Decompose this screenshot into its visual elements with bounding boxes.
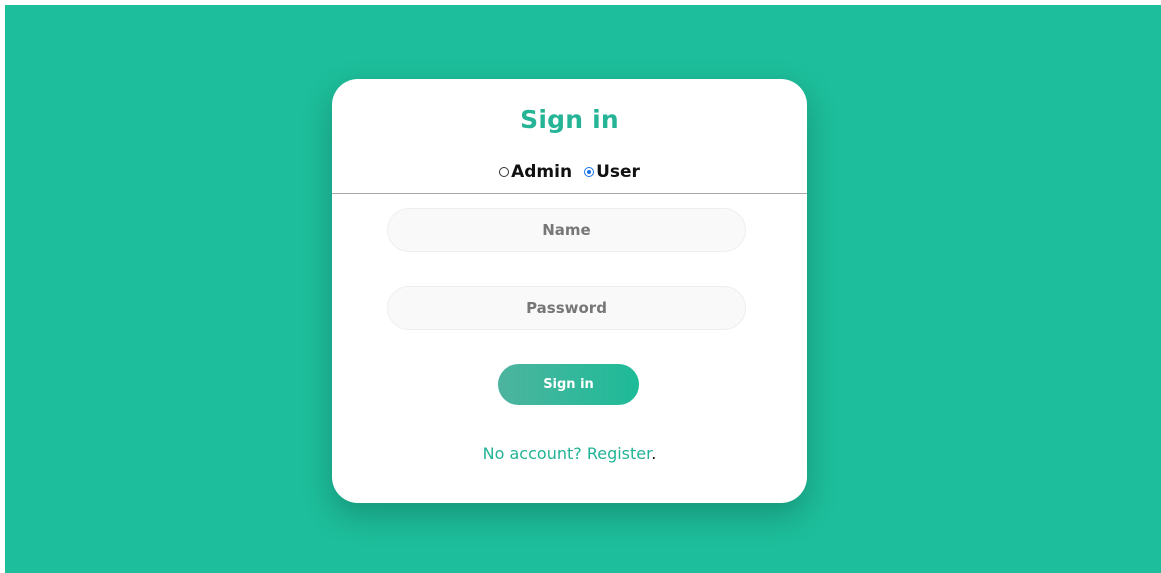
page-background: Sign in Admin User Sign in No account? R… xyxy=(5,5,1161,573)
sign-in-title: Sign in xyxy=(520,105,619,134)
register-link[interactable]: No account? Register xyxy=(483,444,652,463)
name-input[interactable] xyxy=(387,208,746,252)
user-label: User xyxy=(596,162,640,182)
password-input[interactable] xyxy=(387,286,746,330)
role-option-admin[interactable]: Admin xyxy=(499,162,572,182)
role-option-user[interactable]: User xyxy=(584,162,640,182)
admin-radio[interactable] xyxy=(499,167,510,177)
divider xyxy=(332,193,807,194)
sign-in-button[interactable]: Sign in xyxy=(498,364,639,405)
register-row: No account? Register. xyxy=(332,444,807,463)
role-selector: Admin User xyxy=(332,162,807,182)
user-radio[interactable] xyxy=(584,167,595,177)
sign-in-card: Sign in Admin User Sign in No account? R… xyxy=(332,79,807,503)
register-period: . xyxy=(651,444,657,463)
admin-label: Admin xyxy=(511,162,573,182)
